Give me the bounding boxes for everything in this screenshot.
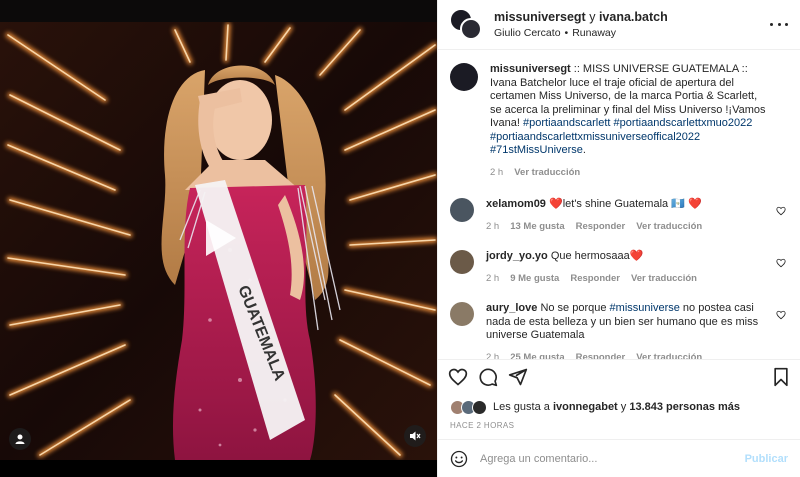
more-options-button[interactable]	[770, 17, 788, 31]
collab-avatars[interactable]	[450, 8, 484, 41]
comment-text: ❤️let's shine Guatemala 🇬🇹 ❤️	[549, 198, 702, 210]
header-username-2[interactable]: ivana.batch	[599, 10, 668, 24]
likes-count[interactable]: 13.843 personas más	[629, 401, 740, 413]
comment-time[interactable]: 2 h	[486, 220, 499, 234]
comment-time[interactable]: 2 h	[486, 272, 499, 286]
comment-text: Que hermosaaa❤️	[550, 250, 644, 262]
avatar[interactable]	[450, 198, 474, 222]
comment-text: No se porque	[540, 302, 607, 314]
hashtag[interactable]: #portiaandscarlettxmissuniverseoffical20…	[490, 131, 700, 143]
comment-item: xelamom09 ❤️let's shine Guatemala 🇬🇹 ❤️ …	[450, 198, 788, 233]
play-icon[interactable]	[196, 216, 240, 260]
reply-button[interactable]: Responder	[576, 351, 626, 360]
comment-username[interactable]: aury_love	[486, 302, 537, 314]
hashtag[interactable]: #71stMissUniverse	[490, 144, 583, 156]
likes-middle: y	[620, 401, 627, 413]
share-icon[interactable]	[508, 367, 528, 387]
post-sidebar: missuniversegt y ivana.batch Giulio Cerc…	[437, 0, 800, 477]
likes-summary[interactable]: Les gusta a ivonnegabet y 13.843 persona…	[438, 396, 800, 418]
caption-suffix: .	[582, 144, 586, 156]
translate-link[interactable]: Ver traducción	[631, 272, 697, 286]
hashtag[interactable]: #missuniverse	[610, 302, 680, 314]
heart-icon[interactable]	[448, 367, 468, 387]
comment-likes[interactable]: 25 Me gusta	[510, 351, 564, 360]
reply-button[interactable]: Responder	[576, 220, 626, 234]
liker-username[interactable]: ivonnegabet	[553, 401, 618, 413]
post-timestamp[interactable]: HACE 2 HORAS	[438, 418, 800, 434]
user-tag-button[interactable]	[9, 428, 31, 450]
mute-button[interactable]	[404, 425, 426, 447]
heart-icon[interactable]	[776, 258, 786, 268]
heart-icon[interactable]	[776, 310, 786, 320]
mute-icon	[410, 431, 421, 441]
media-bottom-bar	[0, 460, 437, 477]
avatar[interactable]	[450, 302, 474, 326]
user-tag-icon	[15, 434, 25, 444]
avatar[interactable]	[460, 17, 482, 40]
liker-avatars	[450, 399, 487, 415]
comments-list[interactable]: missuniversegt :: MISS UNIVERSE GUATEMAL…	[438, 51, 800, 359]
caption-username[interactable]: missuniversegt	[490, 63, 571, 75]
comment-likes[interactable]: 13 Me gusta	[510, 220, 564, 234]
translate-link[interactable]: Ver traducción	[514, 166, 580, 180]
media-top-bar	[0, 0, 437, 22]
avatar[interactable]	[450, 250, 474, 274]
reply-button[interactable]: Responder	[570, 272, 620, 286]
action-bar	[438, 360, 800, 394]
hashtag[interactable]: #portiaandscarlett	[523, 117, 610, 129]
hashtag[interactable]: #portiaandscarlettxmuo2022	[614, 117, 753, 129]
comment-time[interactable]: 2 h	[486, 351, 499, 360]
emoji-icon[interactable]	[450, 450, 468, 468]
header-username-1[interactable]: missuniversegt	[494, 10, 586, 24]
post-header: missuniversegt y ivana.batch Giulio Cerc…	[438, 0, 800, 50]
audio-track[interactable]: Runaway	[572, 27, 616, 39]
post-caption: missuniversegt :: MISS UNIVERSE GUATEMAL…	[450, 63, 788, 179]
post-comment-button[interactable]: Publicar	[745, 453, 788, 465]
comment-input[interactable]	[480, 452, 745, 465]
caption-time[interactable]: 2 h	[490, 166, 503, 180]
translate-link[interactable]: Ver traducción	[636, 351, 702, 360]
comment-likes[interactable]: 9 Me gusta	[510, 272, 559, 286]
bookmark-icon[interactable]	[772, 367, 790, 387]
post-media[interactable]: GUATEMALA	[0, 0, 437, 477]
translate-link[interactable]: Ver traducción	[636, 220, 702, 234]
audio-artist[interactable]: Giulio Cercato	[494, 27, 561, 39]
comment-icon[interactable]	[478, 367, 498, 387]
comment-item: aury_love No se porque #missuniverse no …	[450, 302, 788, 359]
separator-dot: •	[564, 27, 569, 39]
heart-icon[interactable]	[776, 206, 786, 216]
comment-box: Publicar	[438, 439, 800, 477]
post-actions: Les gusta a ivonnegabet y 13.843 persona…	[438, 359, 800, 477]
likes-prefix: Les gusta a	[493, 401, 550, 413]
comment-item: jordy_yo.yo Que hermosaaa❤️ 2 h 9 Me gus…	[450, 250, 788, 285]
more-icon	[770, 22, 773, 26]
avatar[interactable]	[450, 63, 478, 91]
comment-username[interactable]: jordy_yo.yo	[486, 250, 548, 262]
header-conjunction: y	[589, 10, 596, 24]
comment-username[interactable]: xelamom09	[486, 198, 546, 210]
